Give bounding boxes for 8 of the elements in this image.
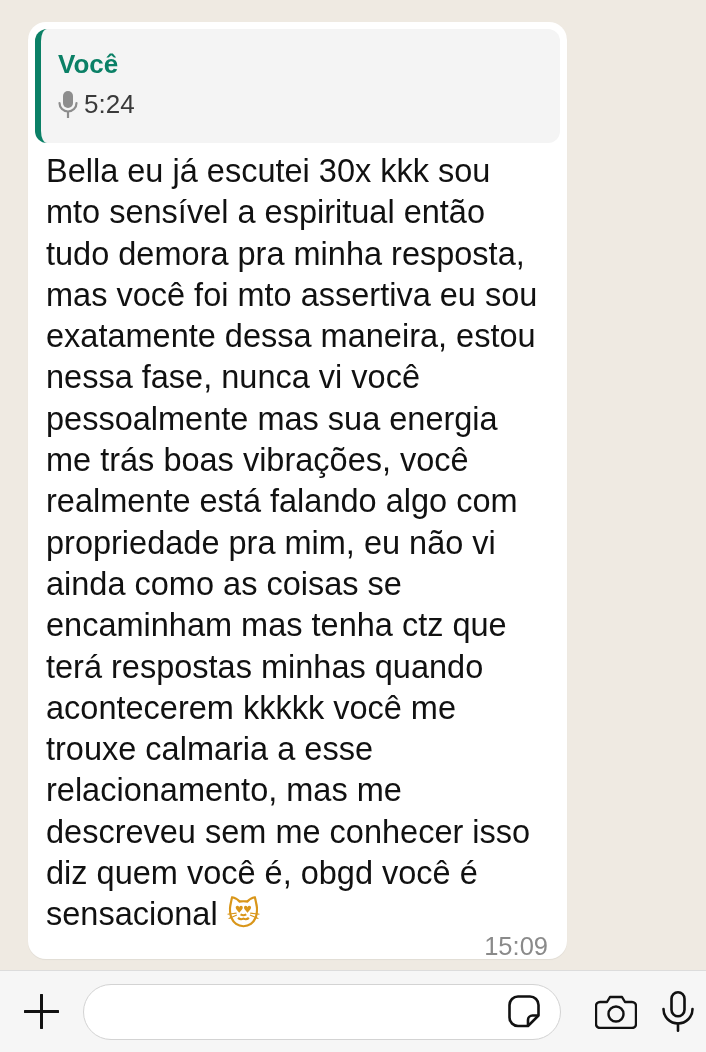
sticker-icon[interactable] <box>508 995 540 1028</box>
microphone-icon <box>58 90 78 118</box>
quoted-message[interactable]: Você 5:24 <box>35 29 560 143</box>
plus-icon[interactable] <box>24 994 59 1029</box>
voice-note-duration: 5:24 <box>84 89 135 119</box>
microphone-icon[interactable] <box>662 991 694 1032</box>
quoted-sender: Você <box>58 49 120 79</box>
camera-icon[interactable] <box>595 994 637 1029</box>
